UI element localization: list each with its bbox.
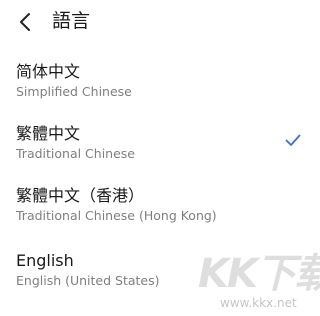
language-description: English (United States)	[16, 273, 160, 288]
back-button[interactable]	[14, 10, 38, 34]
checkmark-icon	[285, 134, 301, 146]
watermark-logo: KK下载	[198, 251, 320, 297]
watermark: KK下载 www.kkx.net	[198, 252, 320, 312]
language-description: Traditional Chinese	[16, 146, 135, 161]
top-bar: 語言	[0, 0, 320, 44]
page-title: 語言	[52, 10, 91, 32]
language-settings-screen: 語言 简体中文 Simplified Chinese 繁體中文 Traditio…	[0, 0, 320, 316]
language-option-traditional-chinese-hong-kong[interactable]: 繁體中文（香港） Traditional Chinese (Hong Kong)	[0, 186, 320, 246]
language-name: 繁體中文（香港）	[16, 186, 145, 205]
language-option-traditional-chinese[interactable]: 繁體中文 Traditional Chinese	[0, 124, 320, 184]
language-name: 简体中文	[16, 62, 81, 81]
language-name: English	[16, 251, 74, 270]
watermark-url: www.kkx.net	[220, 296, 297, 310]
chevron-left-icon	[20, 13, 30, 31]
language-option-simplified-chinese[interactable]: 简体中文 Simplified Chinese	[0, 62, 320, 122]
language-name: 繁體中文	[16, 124, 81, 143]
language-description: Traditional Chinese (Hong Kong)	[16, 208, 217, 223]
language-description: Simplified Chinese	[16, 84, 132, 99]
